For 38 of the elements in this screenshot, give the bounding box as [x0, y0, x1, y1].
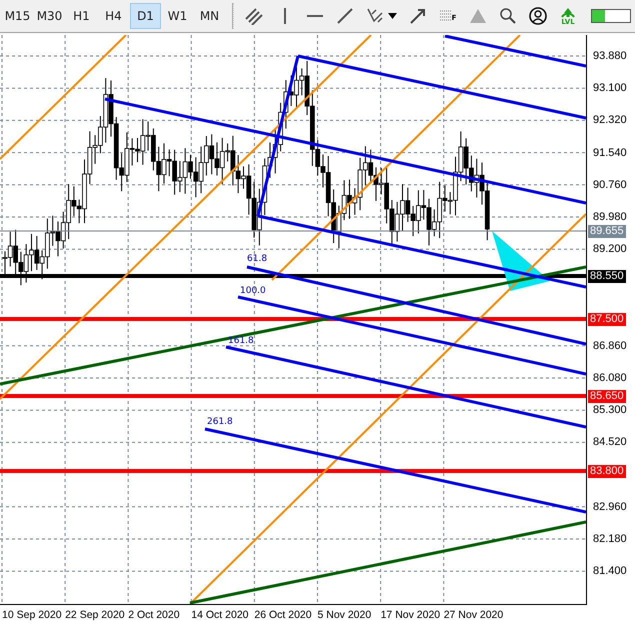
price-tag: 88.550 [588, 270, 626, 283]
fib-level-label: 261.8 [207, 417, 233, 427]
price-tag: 87.500 [588, 313, 626, 326]
price-tick-label: 93.100 [593, 82, 627, 94]
date-tick-label: 10 Sep 2020 [2, 609, 62, 621]
price-tick-label: 85.300 [593, 404, 627, 416]
price-tick-label: 82.180 [593, 533, 627, 545]
price-tick-label: 86.860 [593, 340, 627, 352]
price-tick-label: 93.880 [593, 50, 627, 62]
date-tick-label: 26 Oct 2020 [254, 609, 312, 621]
price-tag: 83.800 [588, 465, 626, 478]
timeframe-button[interactable]: H4 [98, 3, 129, 29]
date-tick-label: 17 Nov 2020 [380, 609, 440, 621]
date-tick-label: 2 Oct 2020 [128, 609, 180, 621]
price-tick-label: 82.960 [593, 500, 627, 513]
timeframe-button[interactable]: M30 [34, 3, 65, 29]
fib-level-label: 161.8 [228, 336, 254, 346]
timeframe-button[interactable]: W1 [162, 3, 193, 29]
date-tick-label: 27 Nov 2020 [444, 609, 504, 621]
date-tick-label: 14 Oct 2020 [191, 609, 249, 621]
date-tick-label: 22 Sep 2020 [65, 609, 125, 621]
price-tag: 89.655 [588, 225, 626, 238]
timeframe-button[interactable]: H1 [66, 3, 97, 29]
timeframe-button[interactable]: MN [194, 3, 225, 29]
price-tick-label: 89.200 [593, 243, 627, 256]
price-tick-label: 90.760 [593, 178, 627, 191]
price-tick-label: 91.540 [593, 146, 627, 159]
price-tick-label: 81.400 [593, 565, 627, 578]
timeframe-button[interactable]: M15 [2, 3, 33, 29]
date-tick-label: 5 Nov 2020 [318, 609, 372, 621]
price-tick-label: 89.980 [593, 211, 627, 223]
price-tick-label: 86.080 [593, 372, 627, 384]
price-tick-label: 92.320 [593, 114, 627, 126]
fib-level-label: 100.0 [240, 286, 266, 296]
price-tag: 85.650 [588, 390, 626, 403]
fib-level-label: 61.8 [247, 254, 268, 264]
timeframe-button[interactable]: D1 [130, 3, 161, 29]
price-tick-label: 84.520 [593, 436, 627, 448]
